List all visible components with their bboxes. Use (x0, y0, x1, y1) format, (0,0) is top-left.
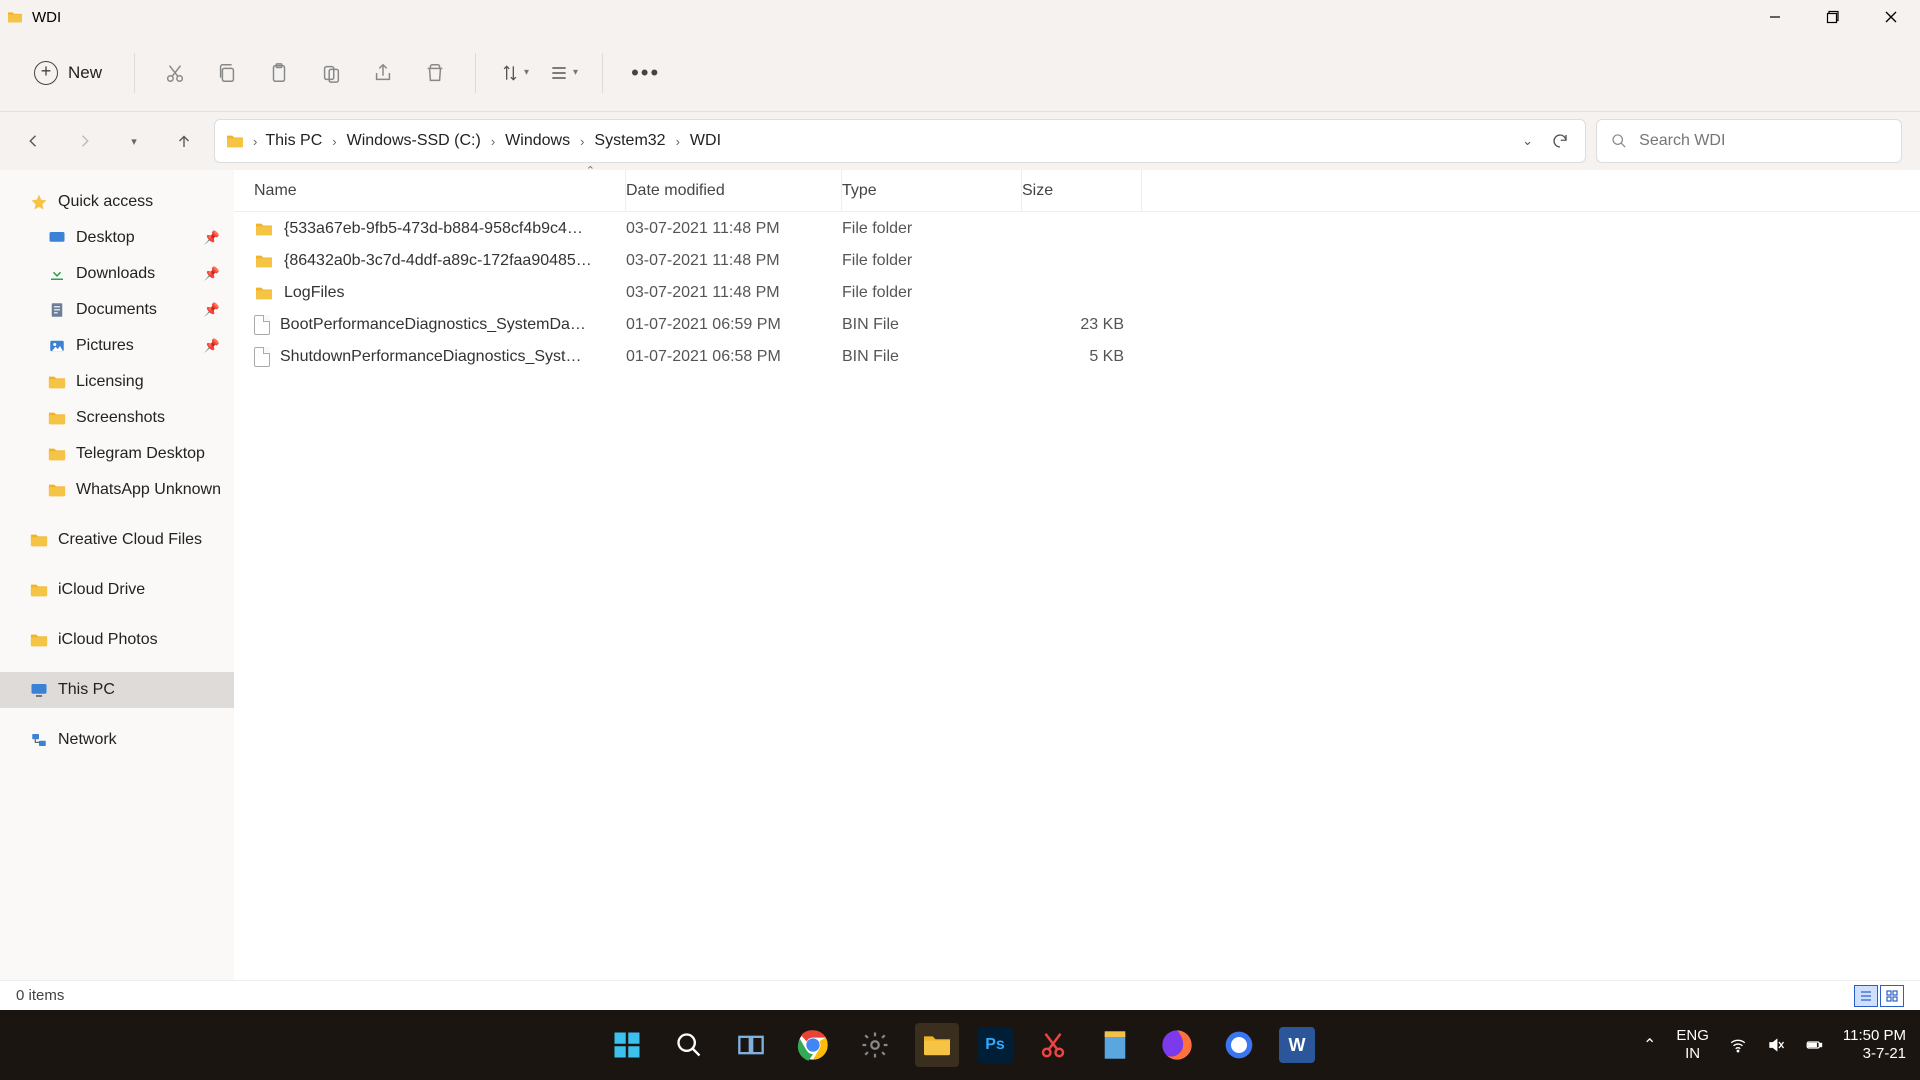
tray-chevron-icon[interactable]: ⌃ (1643, 1035, 1656, 1055)
minimize-button[interactable] (1746, 0, 1804, 34)
sidebar-item-documents[interactable]: Documents📌 (0, 292, 234, 328)
sidebar-item-this-pc[interactable]: This PC (0, 672, 234, 708)
column-type[interactable]: Type (842, 170, 1022, 211)
folder-icon (6, 10, 24, 24)
firefox-icon[interactable] (1155, 1023, 1199, 1067)
downloads-icon (48, 265, 66, 283)
sidebar: Quick access Desktop📌 Downloads📌 Documen… (0, 170, 234, 980)
taskview-button[interactable] (729, 1023, 773, 1067)
column-date[interactable]: Date modified (626, 170, 842, 211)
pin-icon: 📌 (204, 230, 220, 246)
up-button[interactable] (164, 121, 204, 161)
volume-icon[interactable] (1767, 1036, 1785, 1054)
breadcrumb-item[interactable]: System32 (588, 128, 671, 154)
delete-button[interactable] (413, 51, 457, 95)
taskbar-apps: Ps W (605, 1023, 1315, 1067)
taskbar: Ps W ⌃ ENGIN 11:50 PM3-7-21 (0, 1010, 1920, 1080)
desktop-icon (48, 229, 66, 247)
breadcrumb-item[interactable]: This PC (259, 128, 328, 154)
sidebar-item-network[interactable]: Network (0, 722, 234, 758)
language-indicator[interactable]: ENGIN (1676, 1027, 1709, 1063)
pin-icon: 📌 (204, 338, 220, 354)
table-row[interactable]: BootPerformanceDiagnostics_SystemDa…01-0… (234, 308, 1920, 340)
start-button[interactable] (605, 1023, 649, 1067)
pc-icon (30, 681, 48, 699)
close-button[interactable] (1862, 0, 1920, 34)
chrome-icon[interactable] (791, 1023, 835, 1067)
column-size[interactable]: Size (1022, 170, 1142, 211)
table-row[interactable]: ShutdownPerformanceDiagnostics_Syst…01-0… (234, 340, 1920, 372)
rename-button[interactable] (309, 51, 353, 95)
sidebar-item-folder[interactable]: WhatsApp Unknown (0, 472, 234, 508)
item-count: 0 items (16, 987, 64, 1004)
pictures-icon (48, 337, 66, 355)
column-name[interactable]: Name⌃ (234, 170, 626, 211)
copy-button[interactable] (205, 51, 249, 95)
refresh-icon[interactable] (1551, 132, 1569, 150)
search-input[interactable] (1639, 132, 1887, 150)
word-icon[interactable]: W (1279, 1027, 1315, 1063)
notepad-icon[interactable] (1093, 1023, 1137, 1067)
sidebar-item-folder[interactable]: Licensing (0, 364, 234, 400)
star-icon (30, 193, 48, 211)
address-bar[interactable]: › This PC› Windows-SSD (C:)› Windows› Sy… (214, 119, 1586, 163)
explorer-icon[interactable] (915, 1023, 959, 1067)
status-bar: 0 items (0, 980, 1920, 1010)
plus-icon: + (34, 61, 58, 85)
photoshop-icon[interactable]: Ps (977, 1027, 1013, 1063)
sort-asc-icon: ⌃ (586, 164, 595, 177)
icons-view-button[interactable] (1880, 985, 1904, 1007)
breadcrumb: This PC› Windows-SSD (C:)› Windows› Syst… (259, 128, 727, 154)
table-row[interactable]: {86432a0b-3c7d-4ddf-a89c-172faa90485…03-… (234, 244, 1920, 276)
share-button[interactable] (361, 51, 405, 95)
sidebar-item-cc[interactable]: Creative Cloud Files (0, 522, 234, 558)
search-box[interactable] (1596, 119, 1902, 163)
toolbar: + New ▾ ▾ ••• (0, 34, 1920, 112)
file-list: Name⌃ Date modified Type Size {533a67eb-… (234, 170, 1920, 980)
details-view-button[interactable] (1854, 985, 1878, 1007)
titlebar: WDI (0, 0, 1920, 34)
cut-button[interactable] (153, 51, 197, 95)
maximize-button[interactable] (1804, 0, 1862, 34)
network-icon (30, 731, 48, 749)
table-row[interactable]: {533a67eb-9fb5-473d-b884-958cf4b9c4…03-0… (234, 212, 1920, 244)
signal-icon[interactable] (1217, 1023, 1261, 1067)
sidebar-item-icloud-photos[interactable]: iCloud Photos (0, 622, 234, 658)
sidebar-item-downloads[interactable]: Downloads📌 (0, 256, 234, 292)
sidebar-item-desktop[interactable]: Desktop📌 (0, 220, 234, 256)
sidebar-item-icloud-drive[interactable]: iCloud Drive (0, 572, 234, 608)
system-tray: ⌃ ENGIN 11:50 PM3-7-21 (1643, 1027, 1906, 1063)
paste-button[interactable] (257, 51, 301, 95)
pin-icon: 📌 (204, 266, 220, 282)
clock[interactable]: 11:50 PM3-7-21 (1843, 1027, 1906, 1063)
new-button[interactable]: + New (20, 55, 116, 91)
folder-icon (225, 133, 245, 149)
history-button[interactable]: ▾ (114, 121, 154, 161)
sidebar-item-folder[interactable]: Telegram Desktop (0, 436, 234, 472)
sort-button[interactable]: ▾ (494, 63, 535, 83)
view-button[interactable]: ▾ (543, 63, 584, 83)
pin-icon: 📌 (204, 302, 220, 318)
battery-icon[interactable] (1805, 1036, 1823, 1054)
forward-button[interactable] (64, 121, 104, 161)
nav-row: ▾ › This PC› Windows-SSD (C:)› Windows› … (0, 112, 1920, 170)
window-title: WDI (32, 9, 61, 26)
column-headers: Name⌃ Date modified Type Size (234, 170, 1920, 212)
breadcrumb-item[interactable]: Windows (499, 128, 576, 154)
sidebar-quick-access[interactable]: Quick access (0, 184, 234, 220)
chevron-down-icon[interactable]: ⌄ (1522, 133, 1533, 149)
sidebar-item-pictures[interactable]: Pictures📌 (0, 328, 234, 364)
back-button[interactable] (14, 121, 54, 161)
search-icon (1611, 132, 1627, 150)
documents-icon (48, 301, 66, 319)
search-button[interactable] (667, 1023, 711, 1067)
sidebar-item-folder[interactable]: Screenshots (0, 400, 234, 436)
table-row[interactable]: LogFiles03-07-2021 11:48 PMFile folder (234, 276, 1920, 308)
more-button[interactable]: ••• (621, 60, 670, 86)
snip-icon[interactable] (1031, 1023, 1075, 1067)
wifi-icon[interactable] (1729, 1036, 1747, 1054)
breadcrumb-item[interactable]: WDI (684, 128, 727, 154)
breadcrumb-item[interactable]: Windows-SSD (C:) (341, 128, 487, 154)
settings-icon[interactable] (853, 1023, 897, 1067)
